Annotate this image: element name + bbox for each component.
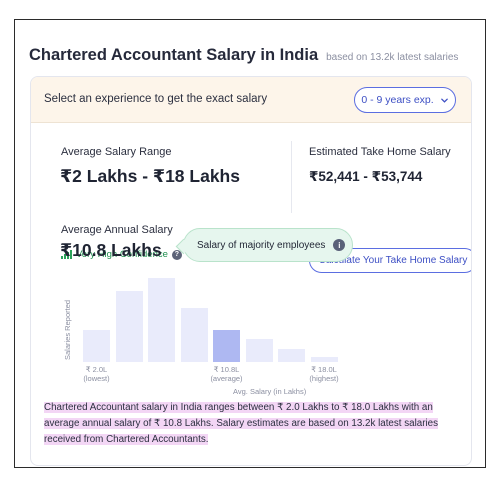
- chart-bar: [213, 330, 240, 362]
- experience-prompt: Select an experience to get the exact sa…: [44, 93, 268, 105]
- chart-tick-label: ₹ 10.8L (average): [205, 365, 249, 383]
- info-icon[interactable]: i: [333, 239, 346, 251]
- chart-bar: [180, 308, 208, 362]
- chart-bar: [115, 291, 143, 362]
- title-row: Chartered Accountant Salary in India bas…: [29, 46, 458, 65]
- page-subtitle: based on 13.2k latest salaries: [326, 52, 459, 63]
- annual-salary-label: Average Annual Salary: [61, 224, 173, 236]
- experience-dropdown[interactable]: 0 - 9 years exp.: [354, 87, 456, 113]
- chart-bar: [148, 278, 175, 362]
- take-home-label: Estimated Take Home Salary: [309, 146, 451, 158]
- chart-bar: [278, 349, 305, 362]
- chart-bar: [310, 357, 338, 362]
- salary-summary: Chartered Accountant salary in India ran…: [44, 400, 470, 448]
- divider: [291, 141, 292, 213]
- chart-tick-value: ₹ 18.0L: [311, 365, 337, 374]
- chart-tick-value: ₹ 10.8L: [213, 365, 240, 374]
- chevron-down-icon: [440, 98, 448, 103]
- chart-tick-label: ₹ 18.0L (highest): [302, 365, 346, 383]
- majority-tooltip-text: Salary of majority employees: [197, 239, 326, 251]
- salary-summary-text: Chartered Accountant salary in India ran…: [44, 402, 438, 445]
- experience-bar: Select an experience to get the exact sa…: [31, 77, 471, 123]
- annual-salary-value: ₹10.8 Lakhs: [60, 240, 162, 260]
- chart-tick-label: ₹ 2.0L (lowest): [75, 365, 119, 383]
- average-range-label: Average Salary Range: [61, 146, 172, 158]
- take-home-value: ₹52,441 - ₹53,744: [309, 169, 423, 184]
- experience-dropdown-label: 0 - 9 years exp.: [361, 94, 434, 106]
- page-title: Chartered Accountant Salary in India: [29, 46, 319, 64]
- chart-tick-note: (highest): [309, 374, 339, 383]
- page-frame: Chartered Accountant Salary in India bas…: [14, 19, 486, 468]
- chart-y-label: Salaries Reported: [63, 299, 72, 360]
- chart-bar: [245, 339, 273, 362]
- chart-tick-note: (lowest): [83, 374, 110, 383]
- average-range-value: ₹2 Lakhs - ₹18 Lakhs: [60, 166, 240, 186]
- chart-bar: [83, 330, 110, 362]
- chart-tick-note: (average): [210, 374, 243, 383]
- majority-tooltip: Salary of majority employees i: [183, 228, 353, 262]
- chart-x-label: Avg. Salary (in Lakhs): [233, 387, 307, 396]
- chart-tick-value: ₹ 2.0L: [85, 365, 108, 374]
